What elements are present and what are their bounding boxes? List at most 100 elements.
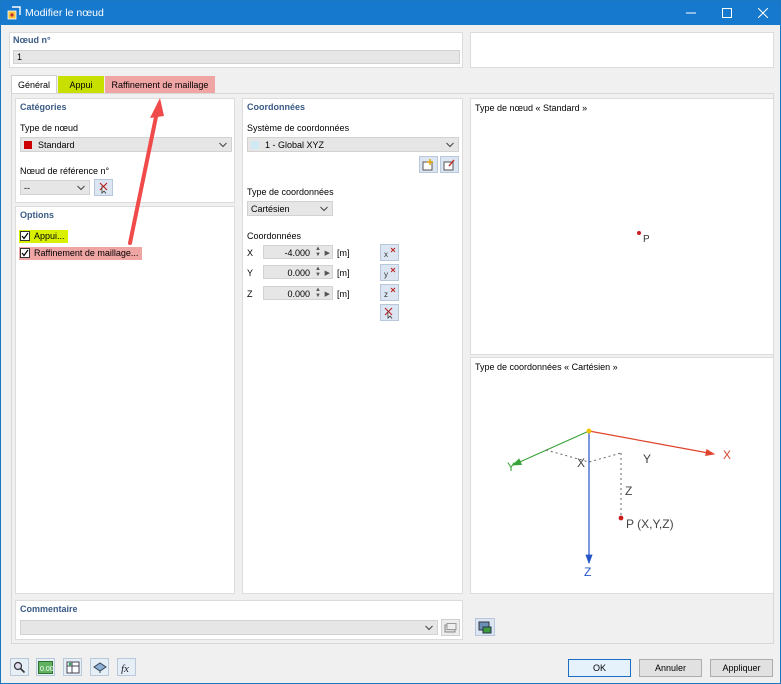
pick-x-icon: x	[384, 247, 395, 259]
options-header: Options	[20, 210, 54, 220]
coord-z-unit: [m]	[337, 289, 350, 299]
node-point	[637, 231, 641, 235]
node-type-color-swatch	[24, 141, 32, 149]
chevron-down-icon	[219, 142, 227, 148]
svg-text:fx: fx	[121, 663, 129, 674]
tab-raffinement[interactable]: Raffinement de maillage	[105, 76, 215, 93]
tab-appui[interactable]: Appui	[58, 76, 104, 93]
table-tool-button[interactable]	[63, 658, 82, 676]
comment-input[interactable]	[20, 620, 438, 635]
preview-options-button[interactable]	[475, 618, 495, 636]
coordinate-type-select[interactable]: Cartésien	[247, 201, 333, 216]
node-number-panel: Nœud n° 1	[9, 32, 463, 68]
option-raffinement[interactable]: Raffinement de maillage...	[19, 247, 142, 260]
node-type-caption: Type de nœud « Standard »	[475, 103, 588, 113]
pick-node-icon	[99, 182, 108, 194]
spinner-icon[interactable]: ▲ ▼	[315, 266, 321, 278]
node-number-label: Nœud n°	[13, 35, 51, 45]
node-type-value: Standard	[38, 140, 75, 150]
coordinate-type-label: Type de coordonnées	[247, 187, 334, 197]
view-tool-button[interactable]	[90, 658, 109, 676]
appui-label: Appui...	[34, 231, 65, 241]
coordinates-header: Coordonnées	[247, 102, 306, 112]
node-number-field[interactable]: 1	[13, 50, 460, 64]
coord-x-input[interactable]: -4.000 ▲ ▼ ▶	[263, 245, 333, 259]
coord-z-input[interactable]: 0.000 ▲ ▼ ▶	[263, 286, 333, 300]
arrow-right-icon[interactable]: ▶	[325, 290, 330, 298]
coordinate-system-select[interactable]: 1 - Global XYZ	[247, 137, 459, 152]
coord-y-input[interactable]: 0.000 ▲ ▼ ▶	[263, 265, 333, 279]
raffinement-label: Raffinement de maillage...	[34, 248, 139, 258]
units-icon: 0.00	[38, 660, 53, 674]
axis-x-label: X	[247, 248, 254, 258]
pick-point-button[interactable]	[380, 304, 399, 321]
chevron-down-icon	[446, 142, 454, 148]
coordinates-panel: Coordonnées Système de coordonnées 1 - G…	[242, 98, 463, 594]
apply-button[interactable]: Appliquer	[710, 659, 773, 677]
arrow-right-icon[interactable]: ▶	[325, 249, 330, 257]
node-type-preview-panel: Type de nœud « Standard » P	[470, 98, 774, 355]
svg-text:0.00: 0.00	[40, 666, 53, 673]
comment-panel: Commentaire	[15, 600, 463, 640]
y-axis-label: Y	[507, 460, 516, 474]
edit-coordinate-system-button[interactable]	[440, 156, 459, 173]
x-axis-label: X	[723, 448, 732, 462]
display-icon	[478, 621, 492, 633]
categories-panel: Catégories Type de nœud Standard Nœud de…	[15, 98, 235, 203]
cancel-button[interactable]: Annuler	[639, 659, 702, 677]
checkmark-icon	[21, 232, 29, 240]
ok-button[interactable]: OK	[568, 659, 631, 677]
dimension-y-label: Y	[643, 452, 652, 466]
appui-checkbox[interactable]	[20, 231, 30, 241]
svg-text:y: y	[384, 270, 388, 279]
maximize-icon	[722, 8, 732, 18]
search-icon	[13, 661, 26, 673]
reference-node-label: Nœud de référence n°	[20, 166, 110, 176]
coordinate-system-swatch	[251, 141, 259, 149]
diagram-point	[618, 515, 624, 521]
arrow-right-icon[interactable]: ▶	[325, 269, 330, 277]
units-tool-button[interactable]: 0.00	[36, 658, 55, 676]
reference-node-select[interactable]: --	[20, 180, 90, 195]
spinner-icon[interactable]: ▲ ▼	[315, 287, 321, 299]
svg-text:x: x	[384, 250, 388, 259]
close-button[interactable]	[746, 1, 780, 25]
chevron-down-icon	[77, 185, 85, 191]
formula-tool-button[interactable]: fx	[117, 658, 136, 676]
comment-library-button[interactable]	[441, 619, 460, 636]
reference-node-value: --	[24, 183, 30, 193]
minimize-icon	[686, 12, 696, 14]
pick-x-button[interactable]: x	[380, 244, 399, 261]
tab-general[interactable]: Général	[11, 75, 57, 93]
raffinement-checkbox[interactable]	[20, 248, 30, 258]
coord-y-value: 0.000	[287, 268, 310, 278]
minimize-button[interactable]	[674, 1, 708, 25]
maximize-button[interactable]	[710, 1, 744, 25]
view-icon	[92, 661, 107, 673]
options-panel: Options Appui... Raffinement de maillage…	[15, 206, 235, 594]
node-type-label: Type de nœud	[20, 123, 79, 133]
app-icon	[7, 6, 21, 20]
node-description-panel	[470, 32, 774, 68]
spinner-icon[interactable]: ▲ ▼	[315, 246, 321, 258]
node-type-select[interactable]: Standard	[20, 137, 232, 152]
table-icon	[66, 661, 79, 673]
origin-point	[586, 428, 592, 434]
pick-reference-node-button[interactable]	[94, 179, 113, 196]
pick-y-button[interactable]: y	[380, 264, 399, 281]
categories-header: Catégories	[20, 102, 67, 112]
title-bar[interactable]: Modifier le nœud	[1, 1, 780, 25]
tab-general-label: Général	[17, 79, 51, 90]
search-tool-button[interactable]	[10, 658, 29, 676]
axis-z-label: Z	[247, 289, 253, 299]
coordinate-type-value: Cartésien	[251, 204, 290, 214]
new-coordinate-system-button[interactable]	[419, 156, 438, 173]
dimension-x-label: X	[577, 456, 586, 470]
coordinate-system-label: Système de coordonnées	[247, 123, 350, 133]
z-axis-label: Z	[584, 565, 592, 579]
dimension-z-label: Z	[625, 484, 633, 498]
pick-z-button[interactable]: z	[380, 284, 399, 301]
coord-x-unit: [m]	[337, 248, 350, 258]
checkmark-icon	[21, 249, 29, 257]
option-appui[interactable]: Appui...	[19, 230, 68, 243]
